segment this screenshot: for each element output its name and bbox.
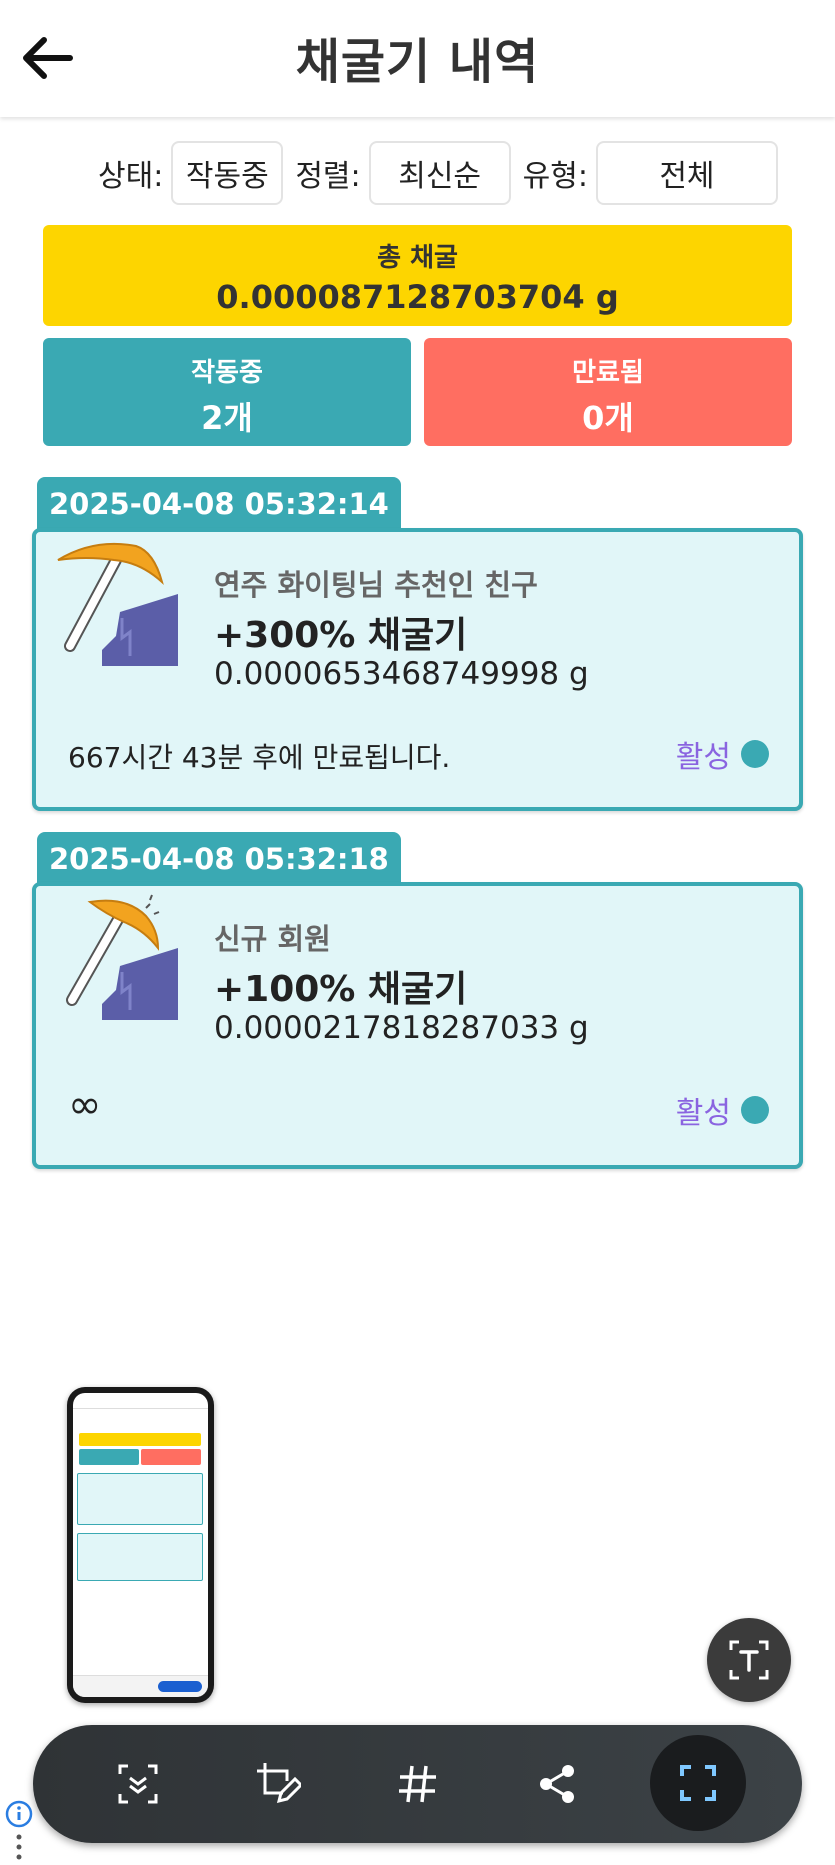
card-title: +100% 채굴기 <box>214 969 468 1010</box>
page-title: 채굴기 내역 <box>295 34 540 90</box>
crop-edit-icon <box>257 1763 301 1804</box>
filter-bar: 상태: 작동중 정렬: 최신순 유형: 전체 <box>98 141 790 205</box>
card-status-label: 활성 <box>675 740 731 775</box>
total-mined-box: 총 채굴 0.000087128703704 g <box>43 225 792 326</box>
card-status: 활성 <box>676 732 769 776</box>
card-subtitle: 연주 화이팅님 추천인 친구 <box>214 568 538 602</box>
total-mined-label: 총 채굴 <box>377 243 458 273</box>
status-filter-label: 상태: <box>98 159 164 194</box>
scroll-capture-icon <box>118 1764 158 1804</box>
more-options-icon[interactable] <box>12 1832 26 1862</box>
thumb-card <box>77 1473 203 1525</box>
active-count-box[interactable]: 작동중 2개 <box>43 338 411 446</box>
expired-count-box[interactable]: 만료됨 0개 <box>424 338 792 446</box>
pickaxe-rock-icon <box>57 542 178 666</box>
expired-count-label: 만료됨 <box>572 358 644 388</box>
scroll-capture-button[interactable] <box>108 1754 168 1814</box>
sort-filter-label: 정렬: <box>295 159 361 194</box>
card-amount: 0.0000217818287033 g <box>214 1010 589 1046</box>
screenshot-thumbnail[interactable] <box>67 1387 214 1703</box>
expired-count-value: 0개 <box>582 399 634 437</box>
type-filter-label: 유형: <box>522 159 588 194</box>
active-count-value: 2개 <box>201 399 253 437</box>
thumbnail-screen <box>73 1393 208 1697</box>
info-icon[interactable] <box>5 1800 33 1828</box>
hashtag-button[interactable] <box>388 1754 448 1814</box>
total-mined-value: 0.000087128703704 g <box>216 278 619 316</box>
app-header: 채굴기 내역 <box>0 0 835 117</box>
thumb-active-box <box>79 1449 139 1465</box>
status-dot-icon <box>741 1096 769 1124</box>
thumb-card <box>77 1533 203 1581</box>
status-dot-icon <box>741 740 769 768</box>
crop-edit-button[interactable] <box>248 1754 308 1814</box>
card-status-label: 활성 <box>675 1096 731 1131</box>
screenshot-toolbar <box>33 1725 802 1843</box>
status-filter-select[interactable]: 작동중 <box>171 141 284 205</box>
sort-filter-select[interactable]: 최신순 <box>368 141 511 205</box>
active-count-label: 작동중 <box>191 358 263 388</box>
card-date-tab: 2025-04-08 05:32:18 <box>37 832 401 888</box>
text-extract-icon <box>729 1640 769 1680</box>
thumb-install-button <box>158 1681 202 1692</box>
text-extract-button[interactable] <box>707 1618 791 1702</box>
capture-icon <box>680 1765 716 1801</box>
card-subtitle: 신규 회원 <box>214 922 331 956</box>
capture-button[interactable] <box>650 1735 746 1831</box>
miner-card[interactable]: 신규 회원 +100% 채굴기 0.0000217818287033 g ∞ 활… <box>32 882 803 1169</box>
card-title: +300% 채굴기 <box>214 615 468 656</box>
hashtag-icon <box>399 1765 436 1803</box>
card-status: 활성 <box>676 1088 769 1132</box>
pickaxe-rock-icon <box>66 894 178 1020</box>
type-filter-select[interactable]: 전체 <box>595 141 778 205</box>
card-expire-text: ∞ <box>68 1082 102 1128</box>
miner-card[interactable]: 연주 화이팅님 추천인 친구 +300% 채굴기 0.0000653468749… <box>32 528 803 811</box>
share-icon <box>540 1765 574 1803</box>
card-expire-text: 667시간 43분 후에 만료됩니다. <box>68 741 451 774</box>
thumb-header <box>73 1393 208 1409</box>
card-amount: 0.0000653468749998 g <box>214 656 589 692</box>
share-button[interactable] <box>528 1754 588 1814</box>
thumb-total-bar <box>79 1433 201 1446</box>
thumb-expired-box <box>141 1449 201 1465</box>
card-date-tab: 2025-04-08 05:32:14 <box>37 477 401 533</box>
page: 채굴기 내역 상태: 작동중 정렬: 최신순 유형: 전체 총 채굴 0.000… <box>0 0 835 1865</box>
